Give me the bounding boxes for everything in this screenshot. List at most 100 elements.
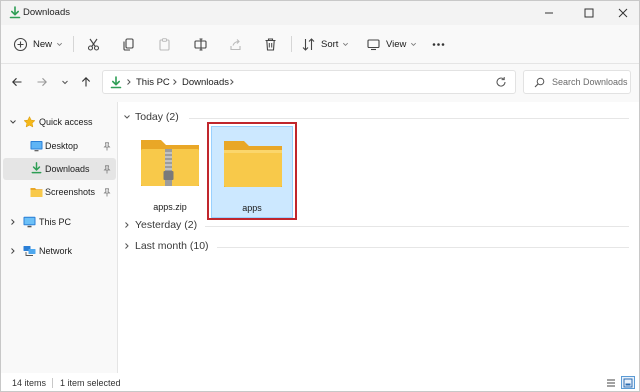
minimize-button[interactable] (531, 1, 567, 25)
title-bar: Downloads (1, 1, 639, 25)
chevron-right-icon (11, 219, 15, 225)
group-header-yesterday[interactable]: Yesterday (2) (123, 219, 197, 231)
network-icon (23, 246, 36, 256)
toolbar-divider (73, 36, 74, 52)
maximize-button[interactable] (571, 1, 607, 25)
more-options-button[interactable] (431, 33, 446, 55)
group-divider (189, 118, 629, 119)
large-icons-view-button[interactable] (621, 376, 635, 389)
sort-icon (302, 37, 315, 51)
forward-button[interactable] (34, 74, 50, 90)
group-header-label: Today (2) (135, 111, 179, 123)
pin-icon (103, 165, 111, 174)
sidebar-item-desktop[interactable]: Desktop (3, 135, 116, 157)
search-box[interactable] (523, 70, 631, 94)
group-header-today[interactable]: Today (2) (123, 111, 179, 123)
selection-count: 1 item selected (60, 378, 121, 388)
sort-label: Sort (321, 38, 339, 50)
chevron-right-icon (125, 243, 129, 249)
sidebar-item-network[interactable]: Network (3, 240, 116, 262)
sidebar-item-label: Screenshots (45, 187, 96, 197)
file-name: apps.zip (153, 202, 187, 212)
close-icon (618, 8, 628, 18)
trash-icon (265, 37, 276, 51)
highlight-annotation (207, 122, 297, 220)
chevron-down-icon (62, 80, 68, 85)
back-button[interactable] (9, 74, 25, 90)
star-icon (23, 116, 36, 128)
sidebar-item-label: Quick access (39, 117, 93, 127)
group-divider (205, 226, 629, 227)
details-view-button[interactable] (604, 376, 618, 389)
navigation-pane: Quick access Desktop Downloads Screensho… (1, 102, 118, 373)
rename-button[interactable] (193, 33, 208, 55)
sort-button[interactable]: Sort (301, 33, 349, 55)
view-button[interactable]: View (366, 33, 417, 55)
chevron-right-icon (125, 222, 129, 228)
recent-locations-button[interactable] (57, 74, 73, 90)
download-icon (9, 6, 21, 19)
breadcrumb-this-pc[interactable]: This PC (136, 77, 170, 88)
file-explorer-window: Downloads New Sort View This PC Download… (0, 0, 640, 392)
file-list-view: Today (2) apps.zip apps Yesterday (2) La… (119, 102, 639, 373)
scissors-icon (87, 38, 100, 51)
sidebar-item-label: This PC (39, 217, 72, 227)
breadcrumb-downloads[interactable]: Downloads (182, 77, 229, 88)
copy-icon (123, 37, 134, 51)
pc-icon (23, 216, 36, 228)
item-count: 14 items (12, 378, 47, 388)
sidebar-item-quick-access[interactable]: Quick access (3, 111, 116, 133)
download-icon (110, 76, 122, 89)
group-header-label: Last month (10) (135, 240, 209, 252)
search-input[interactable] (552, 74, 628, 90)
copy-button[interactable] (121, 33, 136, 55)
maximize-icon (584, 8, 594, 18)
sidebar-item-label: Downloads (45, 164, 90, 174)
desktop-icon (30, 141, 43, 152)
rename-icon (194, 37, 207, 51)
details-view-icon (607, 379, 615, 386)
sidebar-item-label: Network (39, 246, 73, 256)
tiles-view-icon (623, 378, 633, 387)
view-label: View (386, 38, 407, 50)
chevron-right-icon (11, 248, 15, 254)
toolbar-divider (291, 36, 292, 52)
sidebar-item-this-pc[interactable]: This PC (3, 211, 116, 233)
address-bar[interactable]: This PC Downloads (102, 70, 516, 94)
pin-icon (103, 142, 111, 151)
monitor-icon (367, 38, 380, 50)
group-header-last-month[interactable]: Last month (10) (123, 240, 209, 252)
close-button[interactable] (605, 1, 640, 25)
chevron-down-icon (57, 42, 63, 46)
window-title: Downloads (23, 7, 70, 18)
refresh-icon[interactable] (495, 76, 507, 88)
share-icon (230, 38, 241, 50)
share-button[interactable] (228, 33, 243, 55)
group-divider (217, 247, 629, 248)
paste-button[interactable] (157, 33, 172, 55)
delete-button[interactable] (263, 33, 278, 55)
sidebar-item-screenshots[interactable]: Screenshots (3, 181, 116, 203)
sidebar-item-downloads[interactable]: Downloads (3, 158, 116, 180)
command-bar: New Sort View (1, 25, 639, 64)
sidebar-item-label: Desktop (45, 141, 79, 151)
arrow-up-icon (81, 77, 91, 87)
pin-icon (103, 188, 111, 197)
new-button[interactable]: New (13, 33, 63, 55)
zip-folder-icon (141, 140, 199, 186)
download-icon (31, 162, 42, 174)
cut-button[interactable] (86, 33, 101, 55)
file-item-apps-zip[interactable]: apps.zip (129, 126, 211, 218)
arrow-left-icon (12, 77, 22, 87)
up-button[interactable] (78, 74, 94, 90)
chevron-right-icon (173, 79, 177, 85)
folder-icon (30, 188, 43, 197)
plus-circle-icon (13, 37, 28, 51)
chevron-right-icon (230, 79, 234, 85)
status-divider (52, 378, 53, 388)
chevron-down-icon (10, 120, 16, 124)
new-label: New (33, 38, 53, 50)
paste-icon (159, 37, 170, 51)
minimize-icon (545, 12, 553, 14)
group-header-label: Yesterday (2) (135, 219, 198, 231)
